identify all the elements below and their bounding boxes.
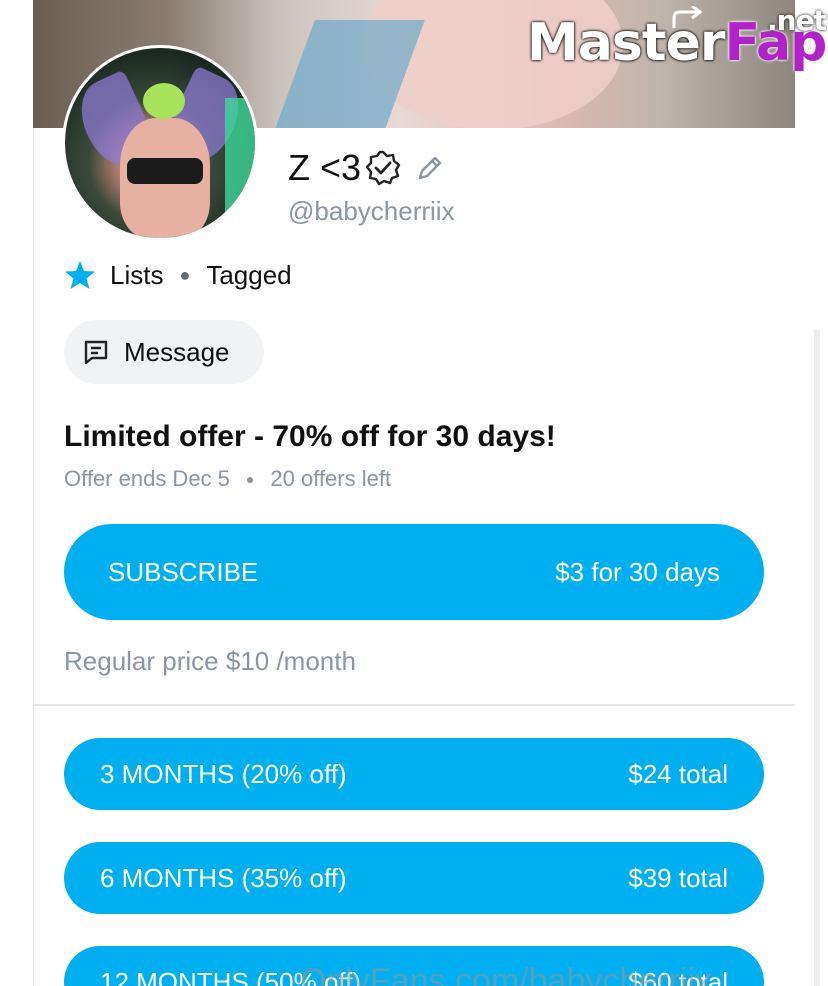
star-icon[interactable] — [64, 259, 96, 291]
avatar[interactable] — [62, 45, 258, 241]
scrollbar[interactable] — [814, 330, 820, 986]
page-margin — [796, 0, 828, 986]
profile-links: Lists ● Tagged — [64, 256, 292, 294]
separator-dot: ● — [179, 264, 191, 285]
subscribe-button[interactable]: SUBSCRIBE $3 for 30 days — [64, 524, 764, 620]
logo-suffix: .net — [767, 4, 827, 37]
logo-main: Master — [527, 13, 726, 73]
profile-name-row: Z <3 — [288, 146, 445, 190]
profile-page: MasterFap .net Z <3 @babycherriix Lists … — [0, 0, 828, 986]
regular-price: Regular price $10 /month — [64, 646, 356, 676]
separator-dot: ● — [245, 471, 255, 487]
avatar-photo-detail — [127, 158, 203, 184]
profile-name: Z <3 — [288, 147, 362, 188]
profile-handle: @babycherriix — [288, 196, 455, 226]
offers-left: 20 offers left — [270, 466, 392, 491]
bundle-price: $39 total — [628, 862, 728, 893]
bundle-3-months-button[interactable]: 3 MONTHS (20% off) $24 total — [64, 738, 764, 810]
message-button-label: Message — [124, 336, 230, 367]
bundle-6-months-button[interactable]: 6 MONTHS (35% off) $39 total — [64, 842, 764, 914]
bundle-label: 6 MONTHS (35% off) — [100, 862, 347, 893]
avatar-photo-detail — [225, 98, 255, 228]
lists-link[interactable]: Lists — [110, 260, 163, 291]
message-icon — [84, 340, 108, 365]
divider — [33, 704, 795, 706]
verified-badge-icon — [365, 150, 401, 186]
cover-image-shape — [271, 20, 425, 128]
tagged-link[interactable]: Tagged — [206, 260, 291, 291]
offer-title: Limited offer - 70% off for 30 days! — [64, 420, 556, 453]
offer-meta: Offer ends Dec 5 ● 20 offers left — [64, 466, 391, 492]
offer-ends: Offer ends Dec 5 — [64, 466, 230, 491]
bundle-price: $24 total — [628, 758, 728, 789]
watermark-text: OnlyFans.com/babycherriix — [300, 962, 712, 986]
watermark-logo: MasterFap .net — [527, 4, 827, 78]
message-button[interactable]: Message — [64, 320, 264, 384]
subscribe-label: SUBSCRIBE — [108, 556, 259, 587]
subscribe-price: $3 for 30 days — [555, 556, 720, 587]
avatar-photo-detail — [143, 83, 185, 119]
bundle-label: 3 MONTHS (20% off) — [100, 758, 347, 789]
pencil-edit-icon[interactable] — [415, 153, 445, 183]
